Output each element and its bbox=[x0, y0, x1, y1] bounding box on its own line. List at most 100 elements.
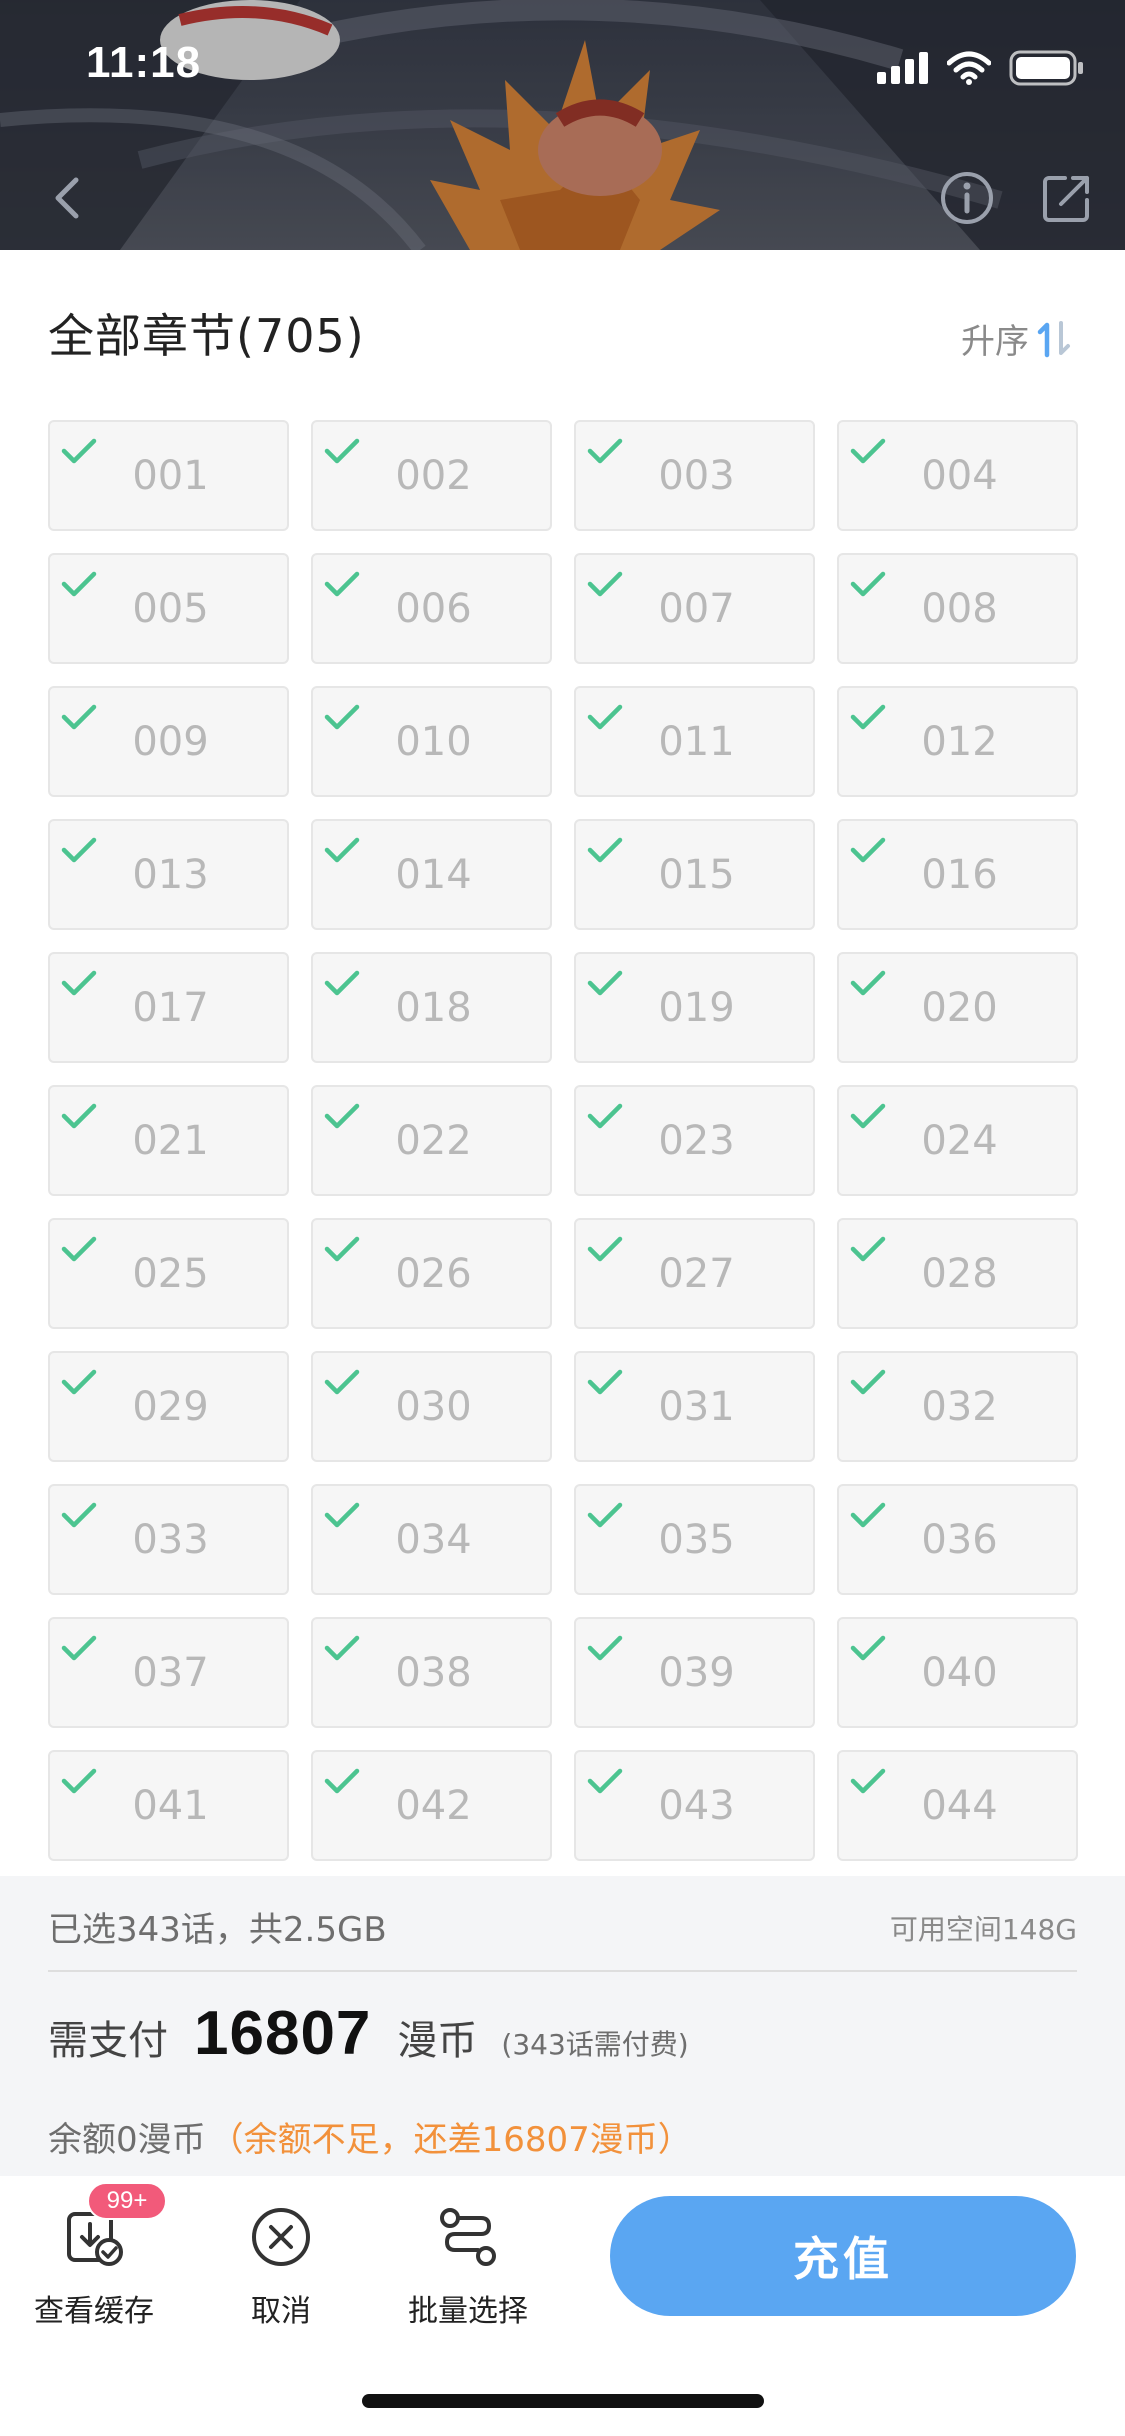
comic-cover-banner: 11:18 bbox=[0, 0, 1125, 250]
chapter-cell[interactable]: 002 bbox=[311, 420, 552, 531]
chapter-number: 019 bbox=[658, 984, 735, 1031]
chapter-cell[interactable]: 018 bbox=[311, 952, 552, 1063]
chapter-cell[interactable]: 025 bbox=[48, 1218, 289, 1329]
chapter-number: 039 bbox=[658, 1649, 735, 1696]
checkmark-icon bbox=[61, 438, 97, 464]
chapter-number: 023 bbox=[658, 1117, 735, 1164]
chapter-cell[interactable]: 015 bbox=[574, 819, 815, 930]
pay-amount: 16807 bbox=[194, 1999, 372, 2068]
chapter-number: 026 bbox=[395, 1250, 472, 1297]
balance-text: 余额0漫币 bbox=[48, 2120, 206, 2160]
chapter-cell[interactable]: 006 bbox=[311, 553, 552, 664]
wifi-icon bbox=[947, 51, 991, 85]
chapter-cell[interactable]: 043 bbox=[574, 1750, 815, 1861]
chapter-cell[interactable]: 005 bbox=[48, 553, 289, 664]
checkmark-icon bbox=[61, 1635, 97, 1661]
recharge-button[interactable]: 充值 bbox=[610, 2196, 1076, 2316]
chapter-grid: 001 002 003 004 005 006 007 008 009 010 011 012 013 0… bbox=[48, 420, 1078, 1861]
chapter-number: 014 bbox=[395, 851, 472, 898]
chapter-cell[interactable]: 010 bbox=[311, 686, 552, 797]
checkmark-icon bbox=[587, 1236, 623, 1262]
chapter-cell[interactable]: 019 bbox=[574, 952, 815, 1063]
chapter-number: 030 bbox=[395, 1383, 472, 1430]
chapter-cell[interactable]: 037 bbox=[48, 1617, 289, 1728]
sort-toggle[interactable]: 升序 bbox=[961, 314, 1077, 363]
chapter-cell[interactable]: 036 bbox=[837, 1484, 1078, 1595]
checkmark-icon bbox=[587, 837, 623, 863]
view-cache-label: 查看缓存 bbox=[34, 2294, 154, 2329]
chapter-cell[interactable]: 039 bbox=[574, 1617, 815, 1728]
checkmark-icon bbox=[61, 704, 97, 730]
cancel-label: 取消 bbox=[251, 2294, 311, 2329]
close-circle-icon bbox=[252, 2208, 310, 2266]
chapter-cell[interactable]: 014 bbox=[311, 819, 552, 930]
info-icon[interactable] bbox=[937, 168, 997, 228]
checkmark-icon bbox=[324, 837, 360, 863]
chapter-cell[interactable]: 042 bbox=[311, 1750, 552, 1861]
cancel-button[interactable]: 取消 bbox=[201, 2204, 361, 2344]
chapter-cell[interactable]: 016 bbox=[837, 819, 1078, 930]
chapter-cell[interactable]: 021 bbox=[48, 1085, 289, 1196]
checkmark-icon bbox=[324, 1768, 360, 1794]
selection-info-row: 已选343话，共2.5GB 可用空间148G bbox=[48, 1902, 1077, 1962]
route-select-icon bbox=[440, 2208, 496, 2266]
view-cache-button[interactable]: 99+ 查看缓存 bbox=[14, 2182, 174, 2344]
checkmark-icon bbox=[324, 571, 360, 597]
divider bbox=[48, 1970, 1077, 1972]
status-bar: 11:18 bbox=[0, 0, 1125, 132]
chapter-cell[interactable]: 008 bbox=[837, 553, 1078, 664]
chapter-cell[interactable]: 004 bbox=[837, 420, 1078, 531]
battery-icon bbox=[1009, 50, 1083, 86]
chapter-number: 037 bbox=[132, 1649, 209, 1696]
chapter-number: 040 bbox=[921, 1649, 998, 1696]
chapter-cell[interactable]: 032 bbox=[837, 1351, 1078, 1462]
chapter-cell[interactable]: 030 bbox=[311, 1351, 552, 1462]
chapter-number: 032 bbox=[921, 1383, 998, 1430]
chapter-cell[interactable]: 017 bbox=[48, 952, 289, 1063]
checkmark-icon bbox=[850, 837, 886, 863]
checkmark-icon bbox=[850, 1369, 886, 1395]
chapter-cell[interactable]: 031 bbox=[574, 1351, 815, 1462]
checkmark-icon bbox=[850, 571, 886, 597]
chapter-cell[interactable]: 040 bbox=[837, 1617, 1078, 1728]
share-icon[interactable] bbox=[1037, 168, 1097, 228]
checkmark-icon bbox=[324, 970, 360, 996]
back-icon[interactable] bbox=[40, 168, 100, 228]
chapter-cell[interactable]: 044 bbox=[837, 1750, 1078, 1861]
chapter-cell[interactable]: 028 bbox=[837, 1218, 1078, 1329]
chapter-cell[interactable]: 026 bbox=[311, 1218, 552, 1329]
chapter-cell[interactable]: 022 bbox=[311, 1085, 552, 1196]
sort-label: 升序 bbox=[961, 322, 1029, 362]
chapter-cell[interactable]: 034 bbox=[311, 1484, 552, 1595]
chapter-cell[interactable]: 012 bbox=[837, 686, 1078, 797]
chapter-cell[interactable]: 003 bbox=[574, 420, 815, 531]
chapter-cell[interactable]: 029 bbox=[48, 1351, 289, 1462]
chapter-cell[interactable]: 027 bbox=[574, 1218, 815, 1329]
chapter-cell[interactable]: 013 bbox=[48, 819, 289, 930]
chapter-cell[interactable]: 033 bbox=[48, 1484, 289, 1595]
chapter-number: 001 bbox=[132, 452, 209, 499]
chapter-cell[interactable]: 007 bbox=[574, 553, 815, 664]
batch-select-icon-wrap bbox=[435, 2204, 501, 2270]
batch-select-button[interactable]: 批量选择 bbox=[388, 2204, 548, 2344]
chapter-cell[interactable]: 011 bbox=[574, 686, 815, 797]
status-icons bbox=[877, 48, 1085, 88]
chapter-cell[interactable]: 041 bbox=[48, 1750, 289, 1861]
chapter-number: 041 bbox=[132, 1782, 209, 1829]
checkmark-icon bbox=[850, 1635, 886, 1661]
chapter-number: 020 bbox=[921, 984, 998, 1031]
chapter-cell[interactable]: 024 bbox=[837, 1085, 1078, 1196]
chapter-cell[interactable]: 020 bbox=[837, 952, 1078, 1063]
chapter-number: 017 bbox=[132, 984, 209, 1031]
chapter-number: 018 bbox=[395, 984, 472, 1031]
chapter-cell[interactable]: 023 bbox=[574, 1085, 815, 1196]
chapter-number: 034 bbox=[395, 1516, 472, 1563]
checkmark-icon bbox=[850, 1103, 886, 1129]
chapter-cell[interactable]: 038 bbox=[311, 1617, 552, 1728]
checkmark-icon bbox=[324, 1502, 360, 1528]
chapter-cell[interactable]: 035 bbox=[574, 1484, 815, 1595]
chapter-number: 004 bbox=[921, 452, 998, 499]
chapter-cell[interactable]: 001 bbox=[48, 420, 289, 531]
checkmark-icon bbox=[587, 438, 623, 464]
chapter-cell[interactable]: 009 bbox=[48, 686, 289, 797]
